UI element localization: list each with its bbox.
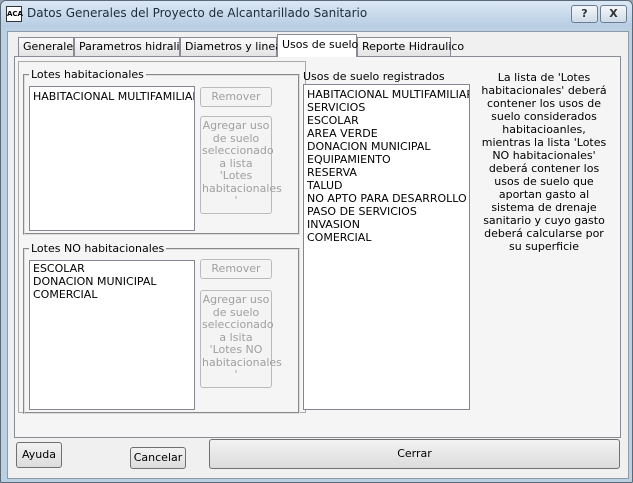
remover-no-habitacional-button[interactable]: Remover <box>200 259 272 279</box>
agregar-no-habitacional-button[interactable]: Agregar uso de suelo seleccionado a lsit… <box>200 290 282 388</box>
lotes-habitacionales-label: Lotes habitacionales <box>29 68 146 81</box>
dialog-client: Generales Parametros hidralica Diametros… <box>7 31 629 479</box>
list-item[interactable]: PASO DE SERVICIOS <box>304 205 469 218</box>
lotes-habitacionales-list[interactable]: HABITACIONAL MULTIFAMILIAR <box>29 86 195 231</box>
lotes-no-habitacionales-label: Lotes NO habitacionales <box>29 242 167 255</box>
cancelar-button[interactable]: Cancelar <box>130 447 186 469</box>
app-icon: ACA <box>6 6 23 22</box>
close-title-button[interactable]: X <box>600 5 627 23</box>
cerrar-button[interactable]: Cerrar <box>209 439 620 469</box>
remover-habitacional-button[interactable]: Remover <box>200 87 272 107</box>
list-item[interactable]: HABITACIONAL MULTIFAMILIAR <box>304 88 469 101</box>
lotes-no-habitacionales-group: Lotes NO habitacionales ESCOLAR DONACION… <box>23 242 300 414</box>
title-bar[interactable]: ACA Datos Generales del Proyecto de Alca… <box>1 1 632 27</box>
list-item[interactable]: TALUD <box>304 179 469 192</box>
list-item[interactable]: HABITACIONAL MULTIFAMILIAR <box>30 90 194 103</box>
tab-diametros-lineas[interactable]: Diametros y lineas <box>180 37 288 56</box>
tab-parametros-hidralica[interactable]: Parametros hidralica <box>74 37 192 56</box>
lotes-habitacionales-group: Lotes habitacionales HABITACIONAL MULTIF… <box>23 68 300 235</box>
list-item[interactable]: ESCOLAR <box>304 114 469 127</box>
usos-registrados-label: Usos de suelo registrados <box>303 70 445 83</box>
lotes-panel: Lotes habitacionales HABITACIONAL MULTIF… <box>18 61 306 414</box>
usos-registrados-list[interactable]: HABITACIONAL MULTIFAMILIAR SERVICIOS ESC… <box>303 84 470 410</box>
list-item[interactable]: AREA VERDE <box>304 127 469 140</box>
list-item[interactable]: COMERCIAL <box>30 288 194 301</box>
list-item[interactable]: DONACION MUNICIPAL <box>304 140 469 153</box>
window-title: Datos Generales del Proyecto de Alcantar… <box>27 6 368 20</box>
lotes-no-habitacionales-list[interactable]: ESCOLAR DONACION MUNICIPAL COMERCIAL <box>29 260 195 410</box>
dialog-window: ACA Datos Generales del Proyecto de Alca… <box>0 0 633 483</box>
list-item[interactable]: RESERVA <box>304 166 469 179</box>
list-item[interactable]: DONACION MUNICIPAL <box>30 275 194 288</box>
agregar-habitacional-button[interactable]: Agregar uso de suelo seleccionado a list… <box>200 116 282 214</box>
ayuda-button[interactable]: Ayuda <box>16 442 62 468</box>
tab-generales[interactable]: Generales <box>18 37 79 56</box>
list-item[interactable]: EQUIPAMIENTO <box>304 153 469 166</box>
help-title-button[interactable]: ? <box>571 5 598 23</box>
help-text: La lista de 'Lotes habitacionales' deber… <box>481 71 607 253</box>
tab-reporte-hidraulico[interactable]: Reporte Hidraulico <box>357 37 464 56</box>
tab-page-usos-suelo: Lotes habitacionales HABITACIONAL MULTIF… <box>14 56 621 438</box>
list-item[interactable]: INVASION <box>304 218 469 231</box>
list-item[interactable]: COMERCIAL <box>304 231 469 244</box>
tab-usos-suelo[interactable]: Usos de suelo <box>277 34 358 57</box>
list-item[interactable]: ESCOLAR <box>30 262 194 275</box>
list-item[interactable]: NO APTO PARA DESARROLLO <box>304 192 469 205</box>
list-item[interactable]: SERVICIOS <box>304 101 469 114</box>
